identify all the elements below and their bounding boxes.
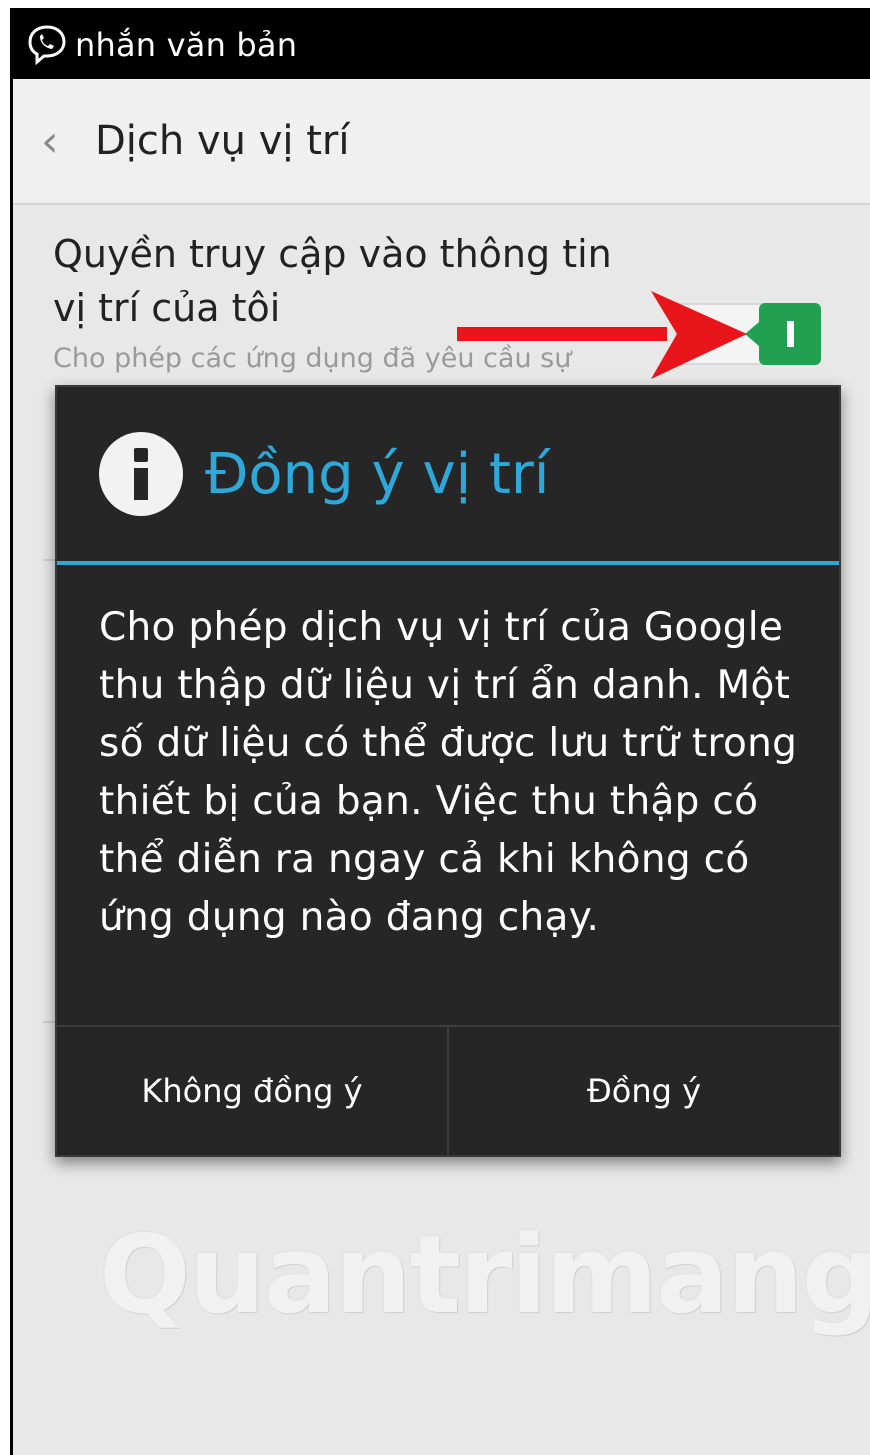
- dialog-title: Đồng ý vị trí: [205, 441, 550, 507]
- location-consent-dialog: Đồng ý vị trí Cho phép dịch vụ vị trí củ…: [55, 385, 841, 1157]
- phone-screen: nhắn văn bản ‹ Dịch vụ vị trí Quyền truy…: [10, 8, 870, 1455]
- dialog-header: Đồng ý vị trí: [57, 387, 839, 561]
- status-bar: nhắn văn bản: [13, 11, 870, 79]
- decline-button[interactable]: Không đồng ý: [57, 1027, 447, 1155]
- toggle-knob: [745, 303, 821, 365]
- dialog-button-bar: Không đồng ý Đồng ý: [57, 1025, 839, 1155]
- page-title: Dịch vụ vị trí: [95, 118, 350, 164]
- watermark: Quantrimang: [99, 1187, 870, 1363]
- watermark-text: Quantrimang: [99, 1212, 870, 1338]
- app-bar: ‹ Dịch vụ vị trí: [13, 79, 870, 205]
- dialog-message: Cho phép dịch vụ vị trí của Google thu t…: [99, 605, 798, 940]
- info-icon: [99, 432, 183, 516]
- chevron-left-icon[interactable]: ‹: [41, 116, 81, 167]
- dialog-title-divider: [57, 561, 839, 565]
- viber-icon: [28, 25, 66, 66]
- status-text: nhắn văn bản: [75, 26, 298, 64]
- red-arrow-annotation: [457, 291, 747, 379]
- accept-button[interactable]: Đồng ý: [447, 1027, 839, 1155]
